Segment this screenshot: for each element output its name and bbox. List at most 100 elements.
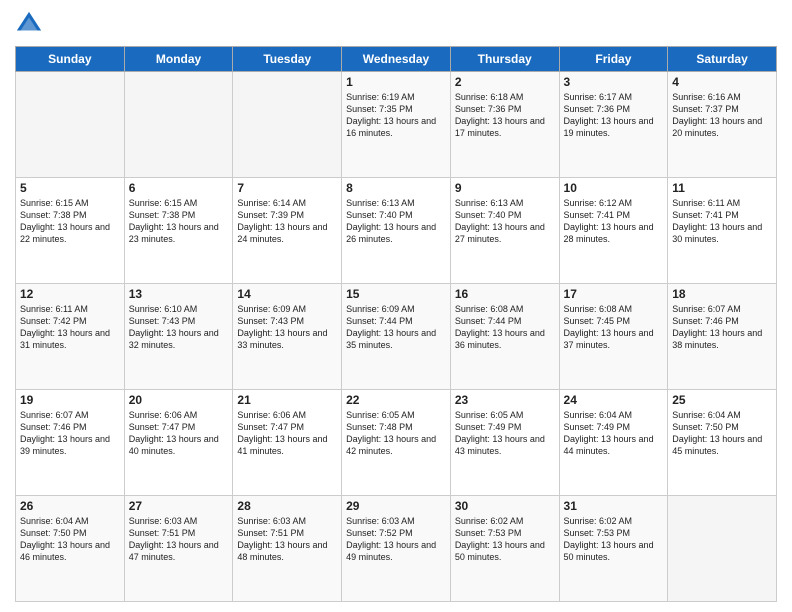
day-detail: Sunrise: 6:11 AM Sunset: 7:42 PM Dayligh… [20,303,120,352]
day-cell-26: 26 Sunrise: 6:04 AM Sunset: 7:50 PM Dayli… [16,496,125,602]
day-detail: Sunrise: 6:18 AM Sunset: 7:36 PM Dayligh… [455,91,555,140]
day-cell-4: 4 Sunrise: 6:16 AM Sunset: 7:37 PM Daylig… [668,72,777,178]
day-number: 30 [455,499,555,513]
day-number: 4 [672,75,772,89]
day-detail: Sunrise: 6:05 AM Sunset: 7:49 PM Dayligh… [455,409,555,458]
day-detail: Sunrise: 6:19 AM Sunset: 7:35 PM Dayligh… [346,91,446,140]
day-cell-30: 30 Sunrise: 6:02 AM Sunset: 7:53 PM Dayli… [450,496,559,602]
day-detail: Sunrise: 6:17 AM Sunset: 7:36 PM Dayligh… [564,91,664,140]
day-number: 3 [564,75,664,89]
day-detail: Sunrise: 6:03 AM Sunset: 7:52 PM Dayligh… [346,515,446,564]
day-detail: Sunrise: 6:16 AM Sunset: 7:37 PM Dayligh… [672,91,772,140]
day-cell-25: 25 Sunrise: 6:04 AM Sunset: 7:50 PM Dayli… [668,390,777,496]
day-cell-12: 12 Sunrise: 6:11 AM Sunset: 7:42 PM Dayli… [16,284,125,390]
weekday-header-wednesday: Wednesday [342,47,451,72]
day-detail: Sunrise: 6:14 AM Sunset: 7:39 PM Dayligh… [237,197,337,246]
day-number: 1 [346,75,446,89]
day-number: 23 [455,393,555,407]
week-row-5: 26 Sunrise: 6:04 AM Sunset: 7:50 PM Dayli… [16,496,777,602]
day-number: 18 [672,287,772,301]
day-number: 16 [455,287,555,301]
day-number: 15 [346,287,446,301]
day-detail: Sunrise: 6:04 AM Sunset: 7:50 PM Dayligh… [672,409,772,458]
day-detail: Sunrise: 6:07 AM Sunset: 7:46 PM Dayligh… [20,409,120,458]
weekday-header-saturday: Saturday [668,47,777,72]
day-cell-28: 28 Sunrise: 6:03 AM Sunset: 7:51 PM Dayli… [233,496,342,602]
day-detail: Sunrise: 6:13 AM Sunset: 7:40 PM Dayligh… [455,197,555,246]
day-number: 10 [564,181,664,195]
day-number: 29 [346,499,446,513]
day-number: 21 [237,393,337,407]
day-number: 14 [237,287,337,301]
day-cell-15: 15 Sunrise: 6:09 AM Sunset: 7:44 PM Dayli… [342,284,451,390]
day-number: 24 [564,393,664,407]
day-detail: Sunrise: 6:02 AM Sunset: 7:53 PM Dayligh… [564,515,664,564]
day-cell-7: 7 Sunrise: 6:14 AM Sunset: 7:39 PM Daylig… [233,178,342,284]
day-number: 9 [455,181,555,195]
day-cell-13: 13 Sunrise: 6:10 AM Sunset: 7:43 PM Dayli… [124,284,233,390]
day-number: 27 [129,499,229,513]
day-detail: Sunrise: 6:06 AM Sunset: 7:47 PM Dayligh… [237,409,337,458]
day-cell-6: 6Sunrise: 6:15 AM Sunset: 7:38 PM Daylig… [124,178,233,284]
day-cell-27: 27 Sunrise: 6:03 AM Sunset: 7:51 PM Dayli… [124,496,233,602]
day-detail: Sunrise: 6:03 AM Sunset: 7:51 PM Dayligh… [129,515,229,564]
day-cell-31: 31 Sunrise: 6:02 AM Sunset: 7:53 PM Dayli… [559,496,668,602]
day-number: 2 [455,75,555,89]
calendar-table: SundayMondayTuesdayWednesdayThursdayFrid… [15,46,777,602]
day-cell-19: 19Sunrise: 6:07 AM Sunset: 7:46 PM Dayli… [16,390,125,496]
logo [15,10,47,38]
day-cell-1: 1 Sunrise: 6:19 AM Sunset: 7:35 PM Daylig… [342,72,451,178]
day-cell-29: 29 Sunrise: 6:03 AM Sunset: 7:52 PM Dayli… [342,496,451,602]
day-number: 5 [20,181,120,195]
day-number: 26 [20,499,120,513]
day-cell-3: 3 Sunrise: 6:17 AM Sunset: 7:36 PM Daylig… [559,72,668,178]
day-cell-20: 20 Sunrise: 6:06 AM Sunset: 7:47 PM Dayli… [124,390,233,496]
day-number: 11 [672,181,772,195]
day-detail: Sunrise: 6:07 AM Sunset: 7:46 PM Dayligh… [672,303,772,352]
empty-cell [124,72,233,178]
day-detail: Sunrise: 6:15 AM Sunset: 7:38 PM Dayligh… [20,197,120,246]
day-number: 28 [237,499,337,513]
day-detail: Sunrise: 6:08 AM Sunset: 7:45 PM Dayligh… [564,303,664,352]
day-number: 25 [672,393,772,407]
day-cell-23: 23 Sunrise: 6:05 AM Sunset: 7:49 PM Dayli… [450,390,559,496]
weekday-header-tuesday: Tuesday [233,47,342,72]
day-detail: Sunrise: 6:09 AM Sunset: 7:43 PM Dayligh… [237,303,337,352]
day-number: 13 [129,287,229,301]
day-detail: Sunrise: 6:05 AM Sunset: 7:48 PM Dayligh… [346,409,446,458]
day-cell-21: 21 Sunrise: 6:06 AM Sunset: 7:47 PM Dayli… [233,390,342,496]
day-cell-18: 18 Sunrise: 6:07 AM Sunset: 7:46 PM Dayli… [668,284,777,390]
day-detail: Sunrise: 6:15 AM Sunset: 7:38 PM Dayligh… [129,197,229,246]
day-cell-9: 9 Sunrise: 6:13 AM Sunset: 7:40 PM Daylig… [450,178,559,284]
day-detail: Sunrise: 6:08 AM Sunset: 7:44 PM Dayligh… [455,303,555,352]
week-row-1: 1 Sunrise: 6:19 AM Sunset: 7:35 PM Daylig… [16,72,777,178]
week-row-3: 12 Sunrise: 6:11 AM Sunset: 7:42 PM Dayli… [16,284,777,390]
day-cell-5: 5 Sunrise: 6:15 AM Sunset: 7:38 PM Daylig… [16,178,125,284]
day-detail: Sunrise: 6:09 AM Sunset: 7:44 PM Dayligh… [346,303,446,352]
day-number: 31 [564,499,664,513]
day-detail: Sunrise: 6:02 AM Sunset: 7:53 PM Dayligh… [455,515,555,564]
day-cell-11: 11 Sunrise: 6:11 AM Sunset: 7:41 PM Dayli… [668,178,777,284]
logo-icon [15,10,43,38]
week-row-2: 5 Sunrise: 6:15 AM Sunset: 7:38 PM Daylig… [16,178,777,284]
day-cell-14: 14 Sunrise: 6:09 AM Sunset: 7:43 PM Dayli… [233,284,342,390]
day-detail: Sunrise: 6:04 AM Sunset: 7:50 PM Dayligh… [20,515,120,564]
day-detail: Sunrise: 6:11 AM Sunset: 7:41 PM Dayligh… [672,197,772,246]
header [15,10,777,38]
weekday-header-row: SundayMondayTuesdayWednesdayThursdayFrid… [16,47,777,72]
day-number: 8 [346,181,446,195]
day-detail: Sunrise: 6:06 AM Sunset: 7:47 PM Dayligh… [129,409,229,458]
weekday-header-friday: Friday [559,47,668,72]
day-cell-2: 2 Sunrise: 6:18 AM Sunset: 7:36 PM Daylig… [450,72,559,178]
day-number: 7 [237,181,337,195]
day-detail: Sunrise: 6:12 AM Sunset: 7:41 PM Dayligh… [564,197,664,246]
day-number: 20 [129,393,229,407]
day-detail: Sunrise: 6:03 AM Sunset: 7:51 PM Dayligh… [237,515,337,564]
day-number: 17 [564,287,664,301]
weekday-header-sunday: Sunday [16,47,125,72]
week-row-4: 19Sunrise: 6:07 AM Sunset: 7:46 PM Dayli… [16,390,777,496]
day-number: 12 [20,287,120,301]
day-detail: Sunrise: 6:10 AM Sunset: 7:43 PM Dayligh… [129,303,229,352]
day-detail: Sunrise: 6:04 AM Sunset: 7:49 PM Dayligh… [564,409,664,458]
empty-cell [16,72,125,178]
